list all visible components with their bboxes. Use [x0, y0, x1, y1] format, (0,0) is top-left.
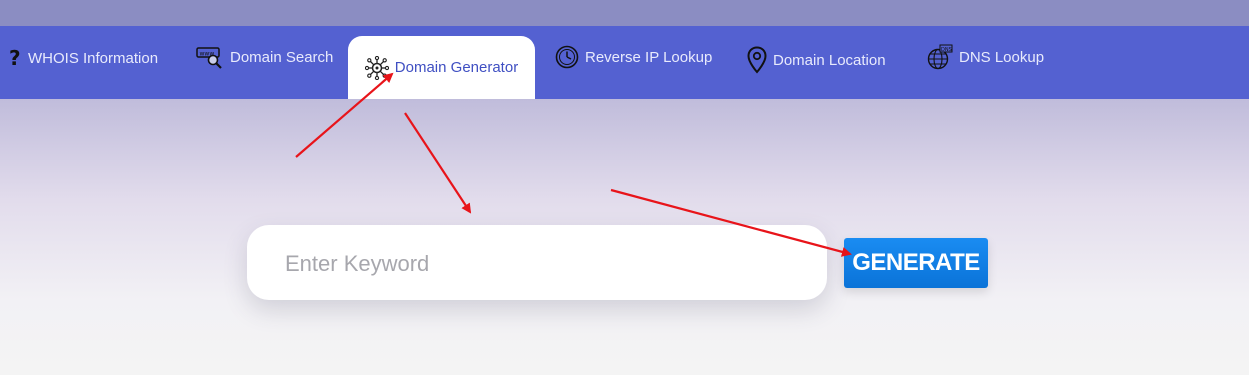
nav-item-dns-lookup[interactable]: DNS DNS Lookup [927, 44, 1044, 70]
dns-globe-icon: DNS [927, 44, 953, 70]
svg-text:?: ? [9, 47, 21, 69]
nav-item-label: Reverse IP Lookup [585, 48, 713, 66]
top-header-strip [0, 0, 1249, 26]
question-icon: ? [8, 47, 22, 69]
network-gear-icon [364, 55, 389, 80]
clock-icon [555, 45, 579, 69]
nav-item-reverse-ip-lookup[interactable]: Reverse IP Lookup [555, 45, 712, 69]
nav-item-label: Domain Generator [394, 59, 519, 76]
keyword-input[interactable] [283, 225, 807, 302]
nav-item-domain-location[interactable]: Domain Location [747, 46, 886, 74]
keyword-search-box [247, 225, 827, 302]
nav-item-label: WHOIS Information [28, 49, 159, 67]
annotation-arrow-to-input [404, 112, 472, 214]
nav-item-label: Domain Location [773, 51, 886, 69]
location-pin-icon [747, 46, 767, 74]
nav-item-domain-generator[interactable]: Domain Generator [348, 36, 535, 99]
generate-button[interactable]: GENERATE [844, 238, 988, 288]
nav-item-domain-search[interactable]: www Domain Search [196, 45, 333, 69]
nav-item-label: Domain Search [230, 48, 334, 66]
nav-item-whois-information[interactable]: ? WHOIS Information [8, 47, 158, 69]
nav-item-label: DNS Lookup [959, 48, 1045, 66]
www-search-icon: www [196, 45, 224, 69]
svg-text:DNS: DNS [941, 47, 952, 53]
